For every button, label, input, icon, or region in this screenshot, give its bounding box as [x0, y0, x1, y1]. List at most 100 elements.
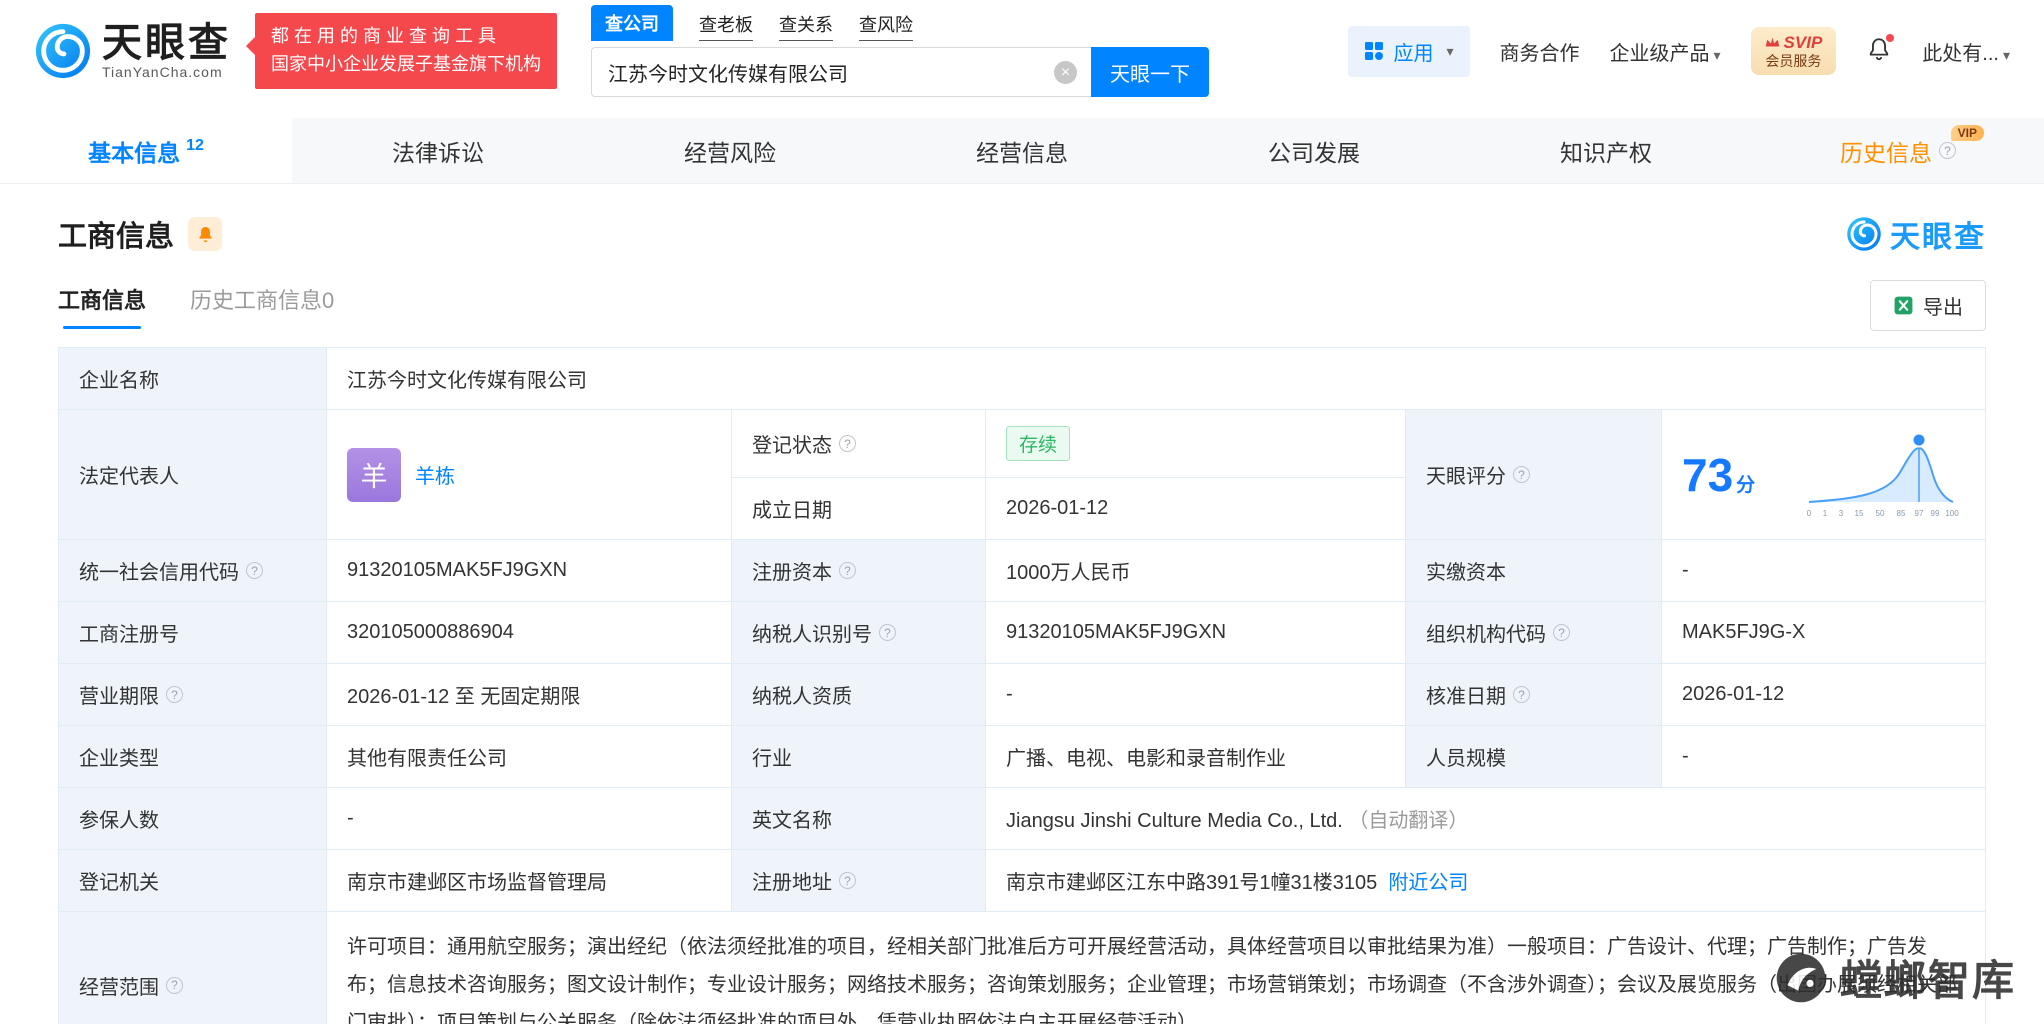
- taxpayer-quality-value: -: [985, 663, 1406, 726]
- insured-count-label: 参保人数: [58, 787, 327, 850]
- header: 天眼查 TianYanCha.com 都 在 用 的 商 业 查 询 工 具 国…: [0, 0, 2044, 102]
- insured-count-value: -: [326, 787, 732, 850]
- nav-business-cooperation[interactable]: 商务合作: [1500, 37, 1580, 66]
- company-type-value: 其他有限责任公司: [326, 725, 732, 788]
- taxpayer-id-value: 91320105MAK5FJ9GXN: [985, 601, 1406, 664]
- header-right-nav: 应用 ▾ 商务合作 企业级产品 ▾ SVIP 会员服务 此处有... ▾: [1348, 25, 2010, 77]
- table-row: 法定代表人 羊 羊栋 登记状态? 存续 天眼评分? 73 分 0 1 3 15 …: [58, 409, 1986, 540]
- mantis-logo-icon: [1776, 953, 1826, 1002]
- clear-search-icon[interactable]: ×: [1054, 61, 1077, 84]
- help-icon[interactable]: ?: [1939, 142, 1956, 159]
- reg-authority-label: 登记机关: [58, 849, 327, 912]
- approval-date-label: 核准日期?: [1405, 663, 1662, 726]
- logo-text-en: TianYanCha.com: [102, 64, 223, 81]
- table-row: 企业名称 江苏今时文化传媒有限公司: [58, 347, 1986, 410]
- export-label: 导出: [1923, 297, 1963, 319]
- taxpayer-quality-label: 纳税人资质: [731, 663, 986, 726]
- search-block: 查公司 查老板 查关系 查风险 × 天眼一下: [591, 5, 1209, 97]
- tab-legal-litigation[interactable]: 法律诉讼: [292, 118, 584, 183]
- apps-label: 应用: [1393, 42, 1434, 65]
- score-label: 天眼评分?: [1405, 409, 1662, 540]
- svg-text:100: 100: [1945, 509, 1959, 518]
- org-code-label: 组织机构代码?: [1405, 601, 1662, 664]
- help-icon[interactable]: ?: [246, 562, 263, 579]
- export-button[interactable]: 导出: [1870, 280, 1986, 331]
- org-code-value: MAK5FJ9G-X: [1661, 601, 1986, 664]
- table-row: 工商注册号 320105000886904 纳税人识别号? 91320105MA…: [58, 601, 1986, 664]
- search-tab-company[interactable]: 查公司: [591, 5, 673, 41]
- paid-capital-value: -: [1661, 539, 1986, 602]
- subtab-business-info[interactable]: 工商信息: [58, 283, 146, 329]
- tab-operation-risk[interactable]: 经营风险: [584, 118, 876, 183]
- search-tabs: 查公司 查老板 查关系 查风险: [591, 5, 1209, 41]
- subtabs-row: 工商信息 历史工商信息0 导出: [0, 262, 2044, 331]
- svg-text:3: 3: [1839, 509, 1844, 518]
- help-icon[interactable]: ?: [166, 686, 183, 703]
- svg-text:50: 50: [1876, 509, 1885, 518]
- table-row: 企业类型 其他有限责任公司 行业 广播、电视、电影和录音制作业 人员规模 -: [58, 725, 1986, 788]
- establish-date-value: 2026-01-12: [985, 477, 1406, 540]
- search-tab-boss[interactable]: 查老板: [699, 11, 753, 41]
- watermark-text: 天眼查: [1890, 221, 1986, 254]
- help-icon[interactable]: ?: [1513, 466, 1530, 483]
- company-type-label: 企业类型: [58, 725, 327, 788]
- score-value: 73 分: [1682, 448, 1756, 501]
- tianyancha-logo[interactable]: 天眼查 TianYanCha.com: [34, 21, 231, 80]
- svip-membership-button[interactable]: SVIP 会员服务: [1750, 26, 1837, 76]
- tab-operation-info[interactable]: 经营信息: [876, 118, 1168, 183]
- reg-status-value: 存续: [985, 409, 1406, 478]
- subscribe-bell-icon[interactable]: [188, 217, 223, 251]
- svg-text:1: 1: [1823, 509, 1828, 518]
- auto-translate-note: （自动翻译）: [1348, 810, 1469, 832]
- svip-tag: SVIP: [1783, 32, 1823, 52]
- legal-rep-avatar[interactable]: 羊: [347, 447, 401, 502]
- apps-button[interactable]: 应用 ▾: [1348, 25, 1470, 77]
- subtab-history-business-info[interactable]: 历史工商信息0: [190, 283, 334, 329]
- help-icon[interactable]: ?: [839, 872, 856, 889]
- table-row: 经营范围? 许可项目：通用航空服务；演出经纪（依法须经批准的项目，经相关部门批准…: [58, 911, 1986, 1024]
- reg-number-value: 320105000886904: [326, 601, 732, 664]
- section-title: 工商信息: [58, 221, 175, 253]
- paid-capital-label: 实缴资本: [1405, 539, 1662, 602]
- search-input[interactable]: [591, 47, 1091, 97]
- staff-size-value: -: [1661, 725, 1986, 788]
- tianyancha-watermark: 天眼查: [1846, 212, 1986, 256]
- nav-enterprise-products[interactable]: 企业级产品 ▾: [1610, 37, 1721, 66]
- apps-grid-icon: [1365, 42, 1384, 60]
- industry-value: 广播、电视、电影和录音制作业: [985, 725, 1406, 788]
- svg-text:99: 99: [1931, 509, 1940, 518]
- help-icon[interactable]: ?: [839, 435, 856, 452]
- credit-code-label: 统一社会信用代码?: [58, 539, 327, 602]
- search-tab-relation[interactable]: 查关系: [779, 11, 833, 41]
- tab-history-info[interactable]: 历史信息 ? VIP: [1752, 118, 2044, 183]
- help-icon[interactable]: ?: [1513, 686, 1530, 703]
- notification-bell-icon[interactable]: [1866, 33, 1895, 67]
- reg-address-label: 注册地址?: [731, 849, 986, 912]
- legal-rep-link[interactable]: 羊栋: [415, 460, 455, 489]
- status-badge: 存续: [1006, 426, 1071, 461]
- tab-company-development[interactable]: 公司发展: [1168, 118, 1460, 183]
- help-icon[interactable]: ?: [1553, 624, 1570, 641]
- tab-intellectual-property[interactable]: 知识产权: [1460, 118, 1752, 183]
- reg-address-value: 南京市建邺区江东中路391号1幢31楼3105 附近公司: [985, 849, 1986, 912]
- reg-capital-value: 1000万人民币: [985, 539, 1406, 602]
- user-menu[interactable]: 此处有... ▾: [1922, 37, 2010, 66]
- reg-status-label: 登记状态?: [731, 409, 986, 478]
- nearby-companies-link[interactable]: 附近公司: [1388, 872, 1468, 894]
- search-button[interactable]: 天眼一下: [1091, 47, 1209, 97]
- notification-dot: [1886, 33, 1895, 42]
- help-icon[interactable]: ?: [839, 562, 856, 579]
- establish-date-label: 成立日期: [731, 477, 986, 540]
- table-row: 参保人数 - 英文名称 Jiangsu Jinshi Culture Media…: [58, 787, 1986, 850]
- approval-date-value: 2026-01-12: [1661, 663, 1986, 726]
- legal-rep-label: 法定代表人: [58, 409, 327, 540]
- help-icon[interactable]: ?: [166, 976, 183, 994]
- svg-text:0: 0: [1807, 509, 1812, 518]
- excel-icon: [1894, 296, 1913, 315]
- business-term-label: 营业期限?: [58, 663, 327, 726]
- promo-banner-line1: 都 在 用 的 商 业 查 询 工 具: [271, 26, 497, 47]
- search-tab-risk[interactable]: 查风险: [859, 11, 913, 41]
- business-info-table: 企业名称 江苏今时文化传媒有限公司 法定代表人 羊 羊栋 登记状态? 存续 天眼…: [58, 347, 1986, 1024]
- tab-basic-info[interactable]: 基本信息 12: [0, 118, 292, 183]
- help-icon[interactable]: ?: [879, 624, 896, 641]
